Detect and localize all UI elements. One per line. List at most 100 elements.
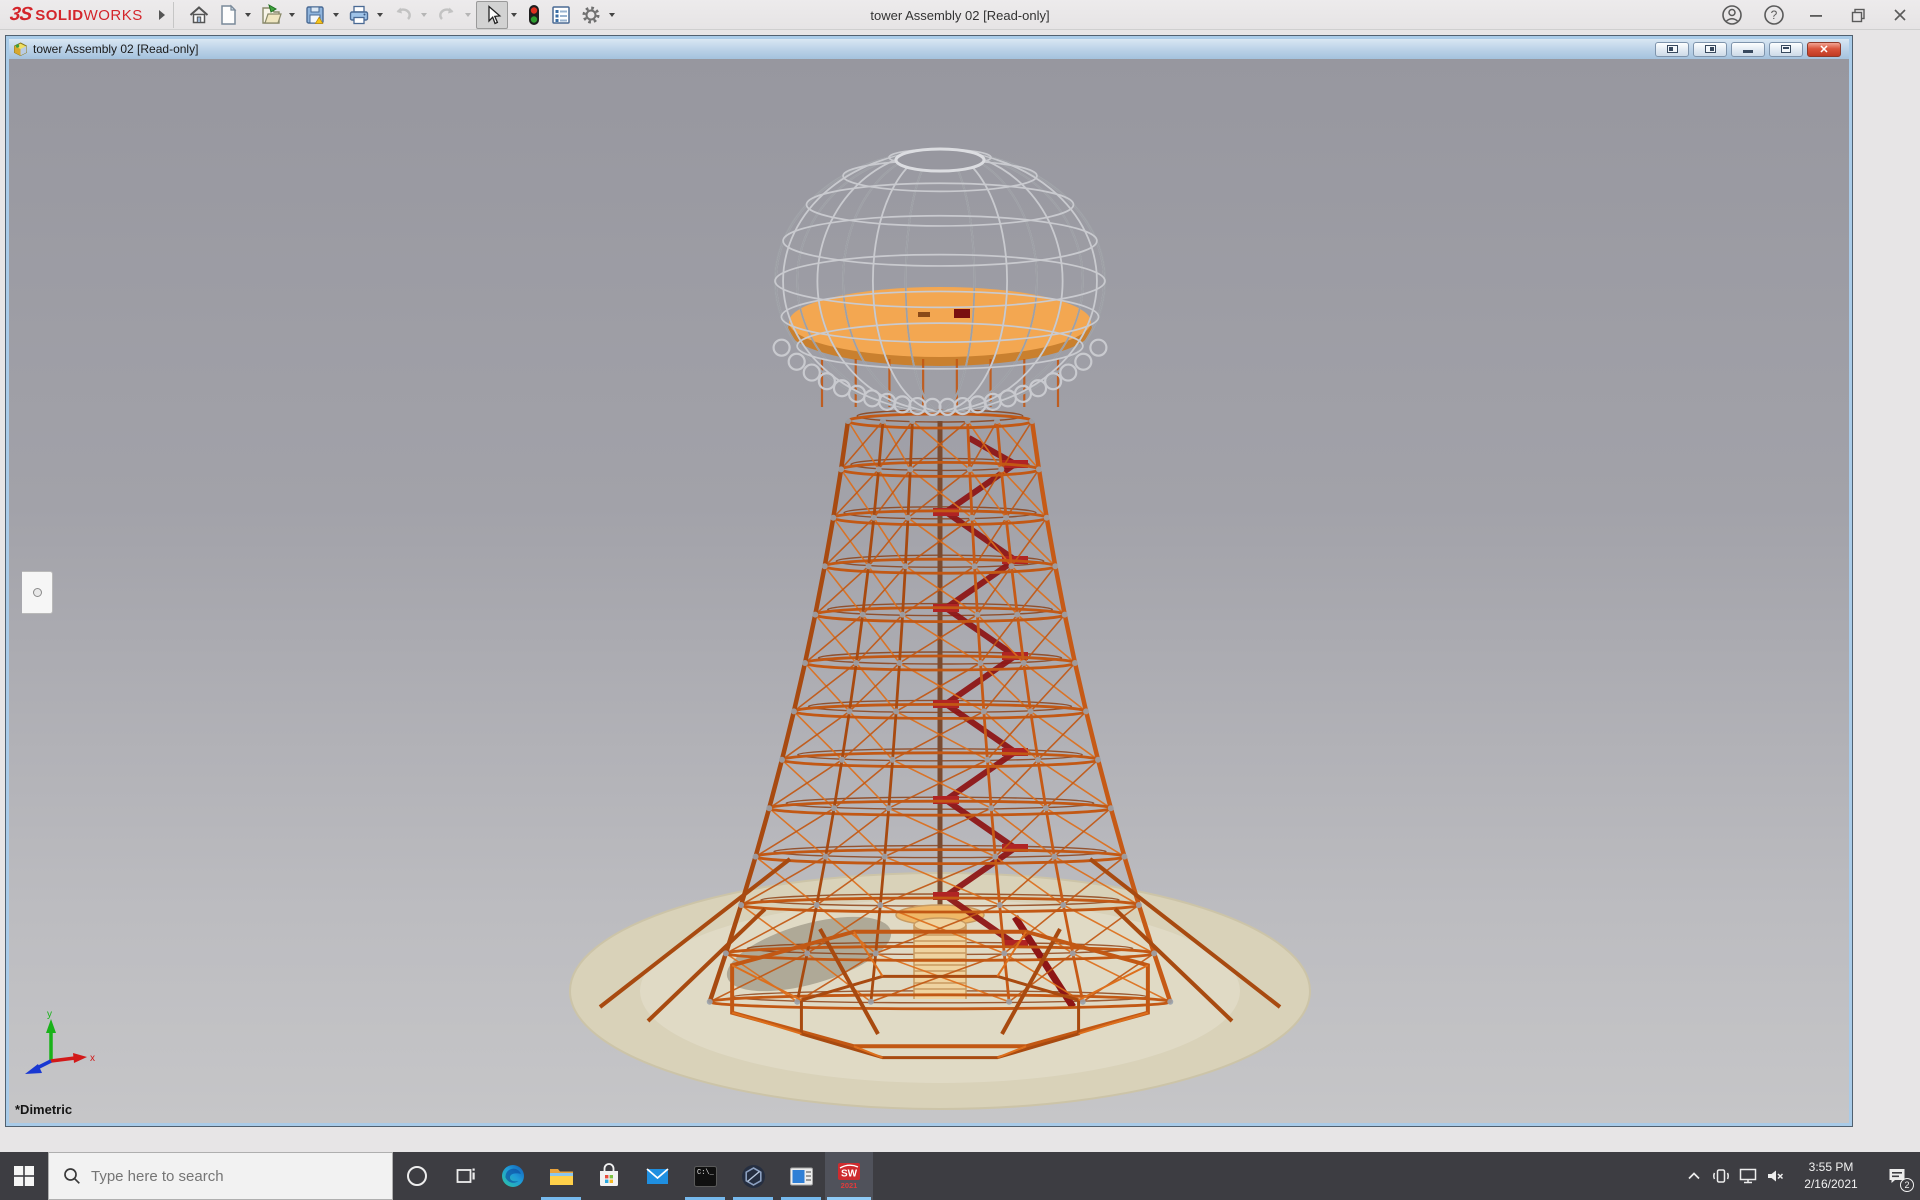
taskbar-search[interactable] bbox=[48, 1152, 393, 1200]
help-icon: ? bbox=[1763, 4, 1785, 26]
media-app-icon bbox=[788, 1163, 815, 1190]
home-button[interactable] bbox=[184, 1, 214, 29]
print-icon bbox=[347, 3, 371, 27]
feature-tree-collapse-tab[interactable] bbox=[22, 571, 53, 614]
new-document-icon bbox=[217, 3, 239, 27]
svg-text:x: x bbox=[90, 1053, 95, 1064]
taskbar-app-solidworks[interactable]: SW 2021 bbox=[825, 1152, 873, 1200]
taskbar-app-edge[interactable] bbox=[489, 1152, 537, 1200]
taskbar-app-command-prompt[interactable]: C:\_ bbox=[681, 1152, 729, 1200]
restore-button[interactable] bbox=[1844, 1, 1872, 29]
cortana-icon bbox=[405, 1164, 429, 1188]
print-dropdown[interactable] bbox=[377, 13, 383, 17]
select-tool-button[interactable] bbox=[476, 1, 508, 29]
doc-close-button[interactable]: ✕ bbox=[1807, 42, 1841, 57]
pane-right-icon bbox=[1705, 45, 1716, 53]
select-tool-dropdown[interactable] bbox=[511, 13, 517, 17]
interference-light-button[interactable] bbox=[522, 1, 546, 29]
start-button[interactable] bbox=[0, 1152, 48, 1200]
document-title: tower Assembly 02 [Read-only] bbox=[33, 42, 1655, 56]
collapse-knob-icon bbox=[33, 588, 42, 597]
account-icon bbox=[1721, 4, 1743, 26]
view-orientation-label: *Dimetric bbox=[15, 1102, 72, 1117]
solidworks-2021-icon: SW 2021 bbox=[834, 1161, 864, 1191]
solidworks-logo: 3S SOLID WORKS bbox=[0, 4, 153, 26]
open-button[interactable] bbox=[256, 1, 286, 29]
help-button[interactable]: ? bbox=[1760, 1, 1788, 29]
taskbar-app-file-explorer[interactable] bbox=[537, 1152, 585, 1200]
undo-button[interactable] bbox=[388, 1, 418, 29]
doc-close-icon: ✕ bbox=[1819, 43, 1828, 56]
tray-connect-button[interactable] bbox=[1707, 1152, 1734, 1200]
chevron-up-icon bbox=[1687, 1171, 1701, 1181]
close-button[interactable] bbox=[1886, 1, 1914, 29]
taskbar-app-hexagon[interactable] bbox=[729, 1152, 777, 1200]
settings-button[interactable] bbox=[576, 1, 606, 29]
assembly-document-icon bbox=[13, 42, 28, 57]
taskbar-app-store[interactable] bbox=[585, 1152, 633, 1200]
new-document-button[interactable] bbox=[214, 1, 242, 29]
save-button[interactable] bbox=[300, 1, 330, 29]
windows-taskbar: C:\_ SW 2021 bbox=[0, 1152, 1920, 1200]
orientation-triad: xy bbox=[17, 1007, 127, 1117]
undo-dropdown[interactable] bbox=[421, 13, 427, 17]
toolbar-separator bbox=[173, 2, 174, 28]
undo-icon bbox=[391, 3, 415, 27]
task-list-icon bbox=[549, 3, 573, 27]
redo-dropdown[interactable] bbox=[465, 13, 471, 17]
logo-flyout-arrow-icon[interactable] bbox=[159, 10, 165, 20]
select-cursor-icon bbox=[480, 3, 504, 27]
settings-dropdown[interactable] bbox=[609, 13, 615, 17]
document-titlebar[interactable]: tower Assembly 02 [Read-only] ✕ bbox=[9, 39, 1849, 59]
home-icon bbox=[187, 3, 211, 27]
notification-badge: 2 bbox=[1900, 1178, 1914, 1192]
open-dropdown[interactable] bbox=[289, 13, 295, 17]
save-dropdown[interactable] bbox=[333, 13, 339, 17]
clock-time: 3:55 PM bbox=[1788, 1159, 1874, 1176]
edge-icon bbox=[500, 1163, 526, 1189]
svg-text:SW: SW bbox=[841, 1169, 858, 1180]
account-button[interactable] bbox=[1718, 1, 1746, 29]
action-center-button[interactable]: 2 bbox=[1874, 1152, 1920, 1200]
clock-date: 2/16/2021 bbox=[1788, 1176, 1874, 1193]
ethernet-network-icon bbox=[1738, 1166, 1758, 1186]
tower-assembly-3d-model[interactable] bbox=[9, 59, 1849, 1123]
volume-muted-icon bbox=[1765, 1166, 1785, 1186]
doc-minimize-button[interactable] bbox=[1731, 42, 1765, 57]
doc-minimize-icon bbox=[1743, 50, 1753, 53]
redo-button[interactable] bbox=[432, 1, 462, 29]
taskbar-clock[interactable]: 3:55 PM 2/16/2021 bbox=[1788, 1159, 1874, 1193]
traffic-light-icon bbox=[525, 2, 543, 28]
minimize-button[interactable] bbox=[1802, 1, 1830, 29]
command-prompt-icon: C:\_ bbox=[692, 1163, 719, 1190]
open-icon bbox=[259, 3, 283, 27]
new-document-dropdown[interactable] bbox=[245, 13, 251, 17]
pane-left-icon bbox=[1667, 45, 1678, 53]
gear-icon bbox=[579, 3, 603, 27]
svg-text:y: y bbox=[47, 1009, 52, 1020]
logo-word-bold: SOLID bbox=[35, 7, 83, 24]
doc-restore-button[interactable] bbox=[1769, 42, 1803, 57]
save-icon bbox=[303, 3, 327, 27]
tray-volume-button[interactable] bbox=[1761, 1152, 1788, 1200]
task-view-button[interactable] bbox=[441, 1152, 489, 1200]
svg-text:2021: 2021 bbox=[841, 1181, 858, 1190]
taskbar-app-media[interactable] bbox=[777, 1152, 825, 1200]
search-input[interactable] bbox=[91, 1168, 351, 1185]
redo-icon bbox=[435, 3, 459, 27]
cortana-button[interactable] bbox=[393, 1152, 441, 1200]
print-button[interactable] bbox=[344, 1, 374, 29]
tray-network-button[interactable] bbox=[1734, 1152, 1761, 1200]
app-titlebar: 3S SOLID WORKS bbox=[0, 0, 1920, 30]
doc-pane-left-button[interactable] bbox=[1655, 42, 1689, 57]
microsoft-store-icon bbox=[596, 1163, 622, 1189]
logo-mark: 3S bbox=[8, 4, 32, 26]
tray-expand-button[interactable] bbox=[1680, 1152, 1707, 1200]
doc-pane-right-button[interactable] bbox=[1693, 42, 1727, 57]
hexagon-app-icon bbox=[740, 1163, 767, 1190]
file-explorer-icon bbox=[548, 1163, 575, 1190]
taskbar-app-mail[interactable] bbox=[633, 1152, 681, 1200]
windows-logo-icon bbox=[13, 1165, 35, 1187]
options-list-button[interactable] bbox=[546, 1, 576, 29]
graphics-viewport[interactable]: xy *Dimetric bbox=[9, 59, 1849, 1123]
